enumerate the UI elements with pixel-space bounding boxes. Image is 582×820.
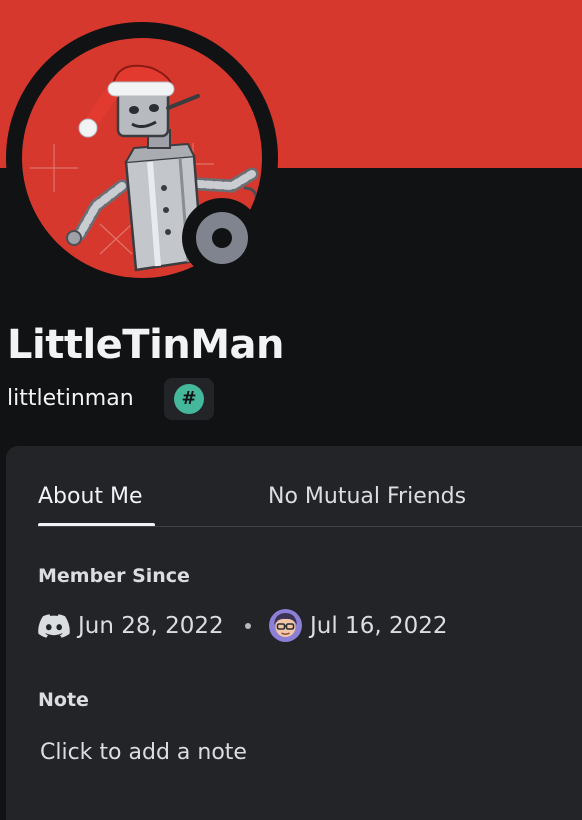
member-since-heading: Member Since: [38, 565, 190, 587]
discord-member-since-date: Jun 28, 2022: [78, 613, 224, 639]
tab-about-me[interactable]: About Me: [38, 480, 143, 514]
hashtag-badge[interactable]: #: [164, 378, 214, 420]
offline-status-icon: [196, 212, 248, 264]
status-dot-hole: [212, 228, 232, 248]
status-indicator: [182, 198, 262, 278]
display-name: LittleTinMan: [7, 322, 285, 368]
note-input[interactable]: Click to add a note: [40, 736, 247, 770]
tab-divider: [38, 526, 582, 527]
discord-icon: [38, 614, 70, 638]
server-member-since-date: Jul 16, 2022: [310, 613, 448, 639]
note-heading: Note: [38, 689, 89, 711]
user-profile-popout: LittleTinMan littletinman # About Me No …: [0, 0, 582, 820]
username[interactable]: littletinman: [7, 384, 134, 414]
avatar-container: [6, 22, 278, 294]
hashtag-badge-icon: #: [174, 384, 204, 414]
server-avatar-icon: [269, 609, 302, 642]
date-separator: [245, 623, 251, 629]
tab-mutual-friends[interactable]: No Mutual Friends: [268, 480, 466, 514]
